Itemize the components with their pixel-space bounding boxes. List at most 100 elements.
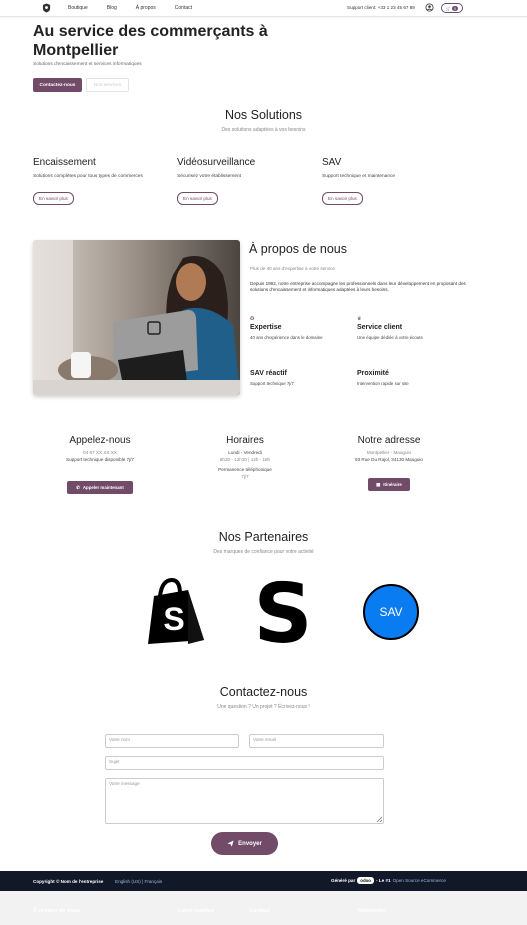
call-now-label: Appeler maintenant (82, 485, 124, 490)
call-us-block: Appelez-nous 04 67 XX XX XX Support tech… (20, 435, 180, 463)
partners-subtitle: Des marques de confiance pour votre acti… (213, 549, 314, 555)
resize-handle-icon[interactable] (376, 816, 383, 823)
name-input[interactable]: Votre nom (105, 734, 239, 748)
solution-desc: Solutions complètes pour tous types de c… (33, 174, 143, 179)
ecommerce-link[interactable]: Open Source eCommerce (393, 878, 446, 883)
feature-expertise: ✪ Expertise 40 ans d'expérience dans le … (250, 316, 360, 340)
footer-col-links: Liens rapides (178, 908, 215, 914)
feature-title: Proximité (357, 370, 389, 377)
stripe-logo-icon: S (258, 576, 308, 648)
about-title: À propos de nous (249, 242, 347, 256)
solution-card-encaissement: Encaissement Solutions complètes pour to… (33, 157, 163, 205)
solution-title: SAV (322, 157, 342, 168)
odoo-logo[interactable]: odoo (357, 877, 374, 884)
cart-count-badge: 0 (451, 5, 459, 11)
support-phone[interactable]: Support client: +33 1 23 45 67 89 (347, 5, 415, 10)
address-block: Notre adresse Montpellier - Mauguio 93 R… (309, 435, 469, 463)
message-textarea[interactable]: Votre message (105, 778, 384, 824)
cart-icon: 🛒 (445, 5, 451, 11)
sav-icon (250, 362, 360, 369)
hero-title: Au service des commerçants à Montpellier (33, 23, 268, 59)
footer-bar: Copyright © Nom de l'entreprise English … (0, 871, 527, 891)
feature-sav: SAV réactif Support technique 7j/7 (250, 362, 360, 386)
proximity-icon (357, 362, 467, 369)
hours-block: Horaires Lundi - Vendredi 8h30 - 12h30 |… (165, 435, 325, 480)
phone-icon: ✆ (76, 484, 80, 490)
call-us-desc: Support technique disponible 7j/7 (66, 456, 134, 462)
nav-link-boutique[interactable]: Boutique (68, 5, 88, 11)
hours-days: Lundi - Vendredi (228, 450, 262, 455)
call-us-title: Appelez-nous (69, 435, 131, 446)
svg-text:S: S (163, 601, 184, 637)
nav-link-about[interactable]: À propos (136, 5, 156, 11)
feature-desc: 40 ans d'expérience dans le domaine (250, 335, 323, 340)
solution-desc: Support technique et maintenance (322, 174, 396, 179)
call-now-button[interactable]: ✆ Appeler maintenant (67, 481, 133, 494)
paper-plane-icon (227, 840, 234, 847)
footer-col-about: À propos de nous (33, 908, 81, 914)
powered-prefix: Généré par (331, 878, 356, 883)
contact-us-button[interactable]: Contactez-nous (33, 78, 82, 92)
email-input[interactable]: Votre email (249, 734, 384, 748)
cart-button[interactable]: 🛒 0 (441, 3, 463, 13)
svg-text:S: S (258, 576, 308, 648)
expertise-icon: ✪ (250, 316, 255, 322)
feature-title: Expertise (250, 324, 282, 331)
nav-links: Boutique Blog À propos Contact (68, 5, 211, 11)
solution-title: Vidéosurveillance (177, 157, 256, 168)
brand-logo-icon[interactable] (42, 3, 51, 13)
navbar: Boutique Blog À propos Contact Support c… (0, 0, 527, 17)
nav-link-contact[interactable]: Contact (175, 5, 192, 11)
nav-link-blog[interactable]: Blog (107, 5, 117, 11)
directions-button[interactable]: ▦ Itinéraire (368, 478, 410, 491)
address-title: Notre adresse (357, 435, 421, 446)
about-lead: Plus de 40 ans d'expertise à votre servi… (250, 266, 335, 271)
hours-phone-label: Permanence téléphonique (218, 467, 272, 473)
solution-card-sav: SAV Support technique et maintenance En … (322, 157, 452, 205)
learn-more-button[interactable]: En savoir plus (33, 192, 74, 205)
map-icon: ▦ (376, 481, 381, 487)
about-text: Depuis 1982, notre entreprise accompagne… (250, 281, 466, 293)
user-icon[interactable] (425, 3, 434, 12)
footer-col-newsletter: Newsletter (358, 908, 387, 914)
learn-more-button[interactable]: En savoir plus (177, 192, 218, 205)
powered-mid: - Le #1 (376, 878, 391, 883)
about-photo (33, 240, 240, 395)
solution-desc: Sécurisez votre établissement (177, 174, 241, 179)
address-city: Montpellier - Mauguio (366, 450, 412, 455)
feature-desc: Une équipe dédiée à votre écoute (357, 335, 423, 340)
footer-copyright: Copyright © Nom de l'entreprise (33, 879, 104, 884)
address-street: 93 Rue Du Rajol, 34130 Mauguio (355, 456, 423, 462)
solutions-subtitle: Des solutions adaptées à vos besoins (221, 127, 306, 133)
language-selector[interactable]: English (US) | Français (115, 879, 162, 884)
footer-col-contact: Contact (249, 908, 270, 914)
hours-phone-hours: 7j/7 (241, 473, 249, 479)
partners-title: Nos Partenaires (218, 530, 309, 544)
feature-desc: Support technique 7j/7 (250, 381, 294, 386)
feature-title: SAV réactif (250, 370, 287, 377)
send-button[interactable]: Envoyer (211, 832, 278, 855)
feature-proximite: Proximité Intervention rapide sur site (357, 362, 467, 386)
contact-title: Contactez-nous (219, 685, 308, 699)
hours-title: Horaires (226, 435, 264, 446)
feature-title: Service client (357, 324, 403, 331)
feature-service-client: ♛ Service client Une équipe dédiée à vot… (357, 316, 467, 340)
contact-subtitle: Une question ? Un projet ? Écrivez-nous … (217, 704, 310, 710)
solution-card-videosurveillance: Vidéosurveillance Sécurisez votre établi… (177, 157, 307, 205)
hours-times: 8h30 - 12h30 | 14h - 18h (219, 456, 271, 462)
send-label: Envoyer (238, 840, 262, 847)
subject-input[interactable]: Sujet (105, 756, 384, 770)
directions-label: Itinéraire (383, 482, 402, 487)
sav-logo: SAV (363, 584, 419, 640)
our-services-button[interactable]: Nos services (86, 78, 129, 92)
service-icon: ♛ (357, 316, 362, 322)
solution-title: Encaissement (33, 157, 96, 168)
feature-desc: Intervention rapide sur site (357, 381, 409, 386)
call-us-phone: 04 67 XX XX XX (83, 450, 117, 455)
solutions-title: Nos Solutions (224, 108, 303, 122)
powered-by: Généré par odoo - Le #1 Open Source eCom… (331, 877, 446, 884)
shopify-logo-icon: S (148, 578, 204, 644)
learn-more-button[interactable]: En savoir plus (322, 192, 363, 205)
hero-subtitle: Solutions d'encaissement et services inf… (33, 62, 142, 67)
footer-columns: À propos de nous Liens rapides Contact N… (0, 891, 527, 925)
